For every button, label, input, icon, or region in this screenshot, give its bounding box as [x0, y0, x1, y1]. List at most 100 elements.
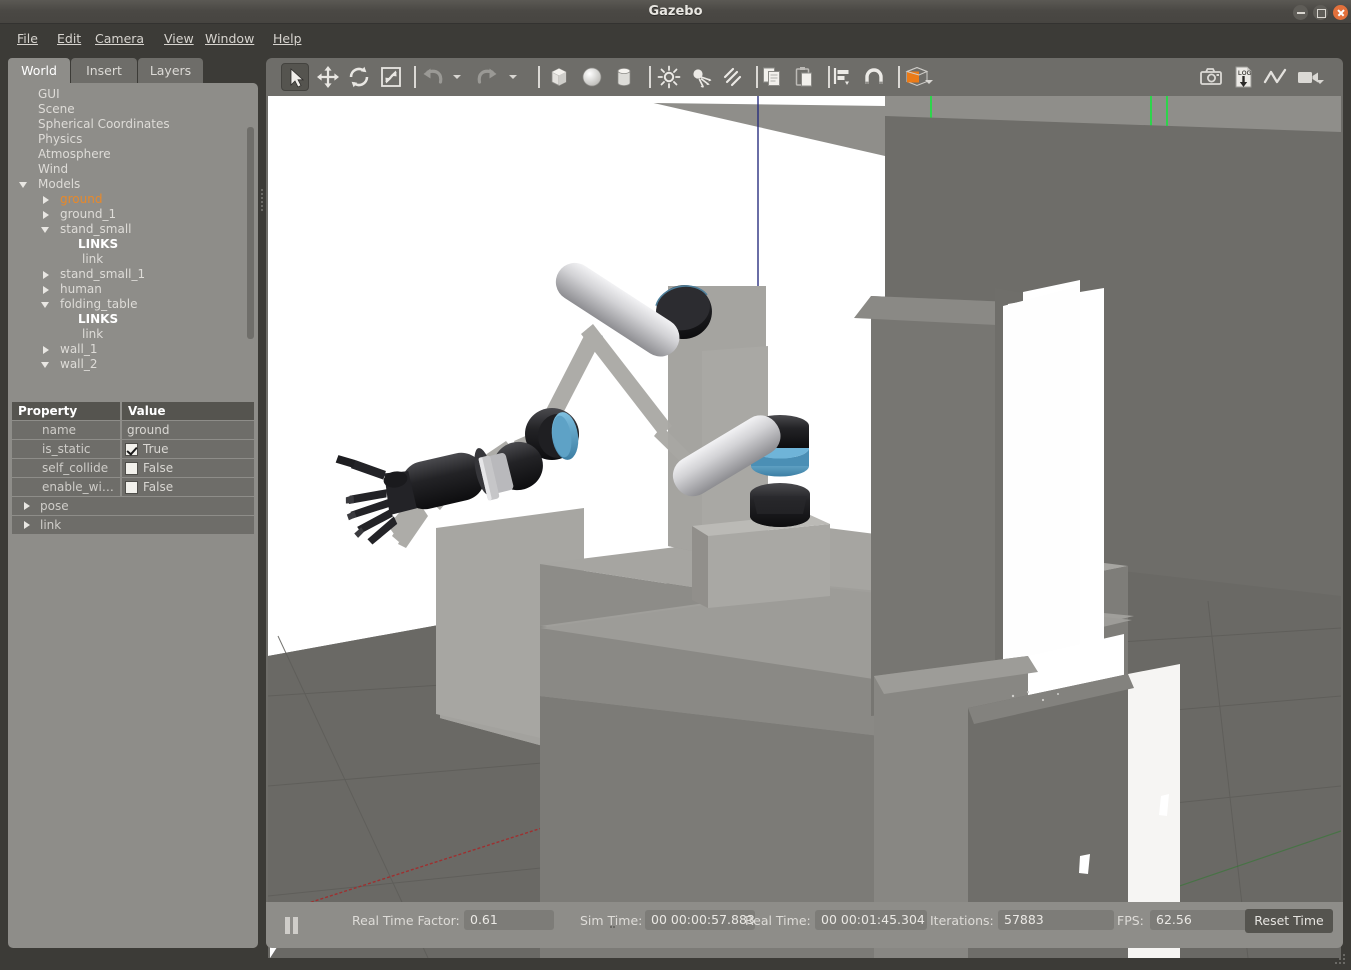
- property-panel-grip[interactable]: [260, 189, 264, 211]
- world-tree[interactable]: GUI Scene Spherical Coordinates Physics Atmo…: [8, 87, 258, 377]
- align-button[interactable]: [828, 63, 856, 91]
- property-key: is_static: [12, 440, 120, 458]
- menu-view[interactable]: View: [157, 24, 201, 53]
- undo-arrow-icon: [423, 68, 443, 84]
- tree-item[interactable]: Spherical Coordinates: [8, 117, 258, 132]
- menu-file[interactable]: File: [10, 24, 45, 53]
- title-bar: Gazebo: [0, 0, 1351, 24]
- world-tree-scrollbar[interactable]: [247, 127, 254, 339]
- tree-item[interactable]: Physics: [8, 132, 258, 147]
- menu-file-label: File: [17, 31, 38, 46]
- record-video-dropdown[interactable]: [1316, 80, 1324, 84]
- menu-window[interactable]: Window: [198, 24, 261, 53]
- checkbox[interactable]: [125, 442, 138, 456]
- chevron-right-icon[interactable]: [40, 342, 52, 357]
- copy-button[interactable]: [758, 63, 786, 91]
- insert-directional-light-button[interactable]: [718, 63, 746, 91]
- chevron-right-icon[interactable]: [24, 520, 30, 529]
- insert-box-button[interactable]: [545, 63, 573, 91]
- tree-item[interactable]: Models: [8, 177, 258, 192]
- scene-toolbar: LOG: [266, 58, 1343, 96]
- tree-item[interactable]: wall_1: [8, 342, 258, 357]
- undo-button[interactable]: [418, 63, 446, 91]
- log-data-button[interactable]: LOG: [1229, 63, 1257, 91]
- rotate-mode-button[interactable]: [345, 63, 373, 91]
- undo-history-dropdown[interactable]: [453, 75, 461, 79]
- reset-time-button[interactable]: Reset Time: [1245, 909, 1333, 933]
- property-value: ground: [122, 421, 254, 439]
- property-value[interactable]: False: [122, 459, 254, 477]
- tab-insert[interactable]: Insert: [71, 58, 137, 83]
- insert-cylinder-button[interactable]: [610, 63, 638, 91]
- scale-mode-button[interactable]: [377, 63, 405, 91]
- redo-history-dropdown[interactable]: [509, 75, 517, 79]
- tree-item-label: Models: [38, 177, 81, 191]
- tree-item[interactable]: stand_small_1: [8, 267, 258, 282]
- insert-sphere-button[interactable]: [578, 63, 606, 91]
- property-value[interactable]: True: [122, 440, 254, 458]
- tree-item[interactable]: Scene: [8, 102, 258, 117]
- tab-layers[interactable]: Layers: [138, 58, 203, 83]
- chevron-right-icon[interactable]: [40, 192, 52, 207]
- property-row[interactable]: pose: [12, 497, 254, 515]
- tree-item[interactable]: human: [8, 282, 258, 297]
- tree-item[interactable]: link: [8, 252, 258, 267]
- chevron-right-icon[interactable]: [40, 207, 52, 222]
- chevron-right-icon[interactable]: [24, 501, 30, 510]
- insert-spot-light-button[interactable]: [687, 63, 715, 91]
- 3d-viewport[interactable]: [268, 96, 1341, 958]
- translate-mode-button[interactable]: [314, 63, 342, 91]
- svg-text:LOG: LOG: [1238, 70, 1252, 77]
- tree-item[interactable]: LINKS: [8, 312, 258, 327]
- record-video-button[interactable]: [1294, 63, 1322, 91]
- tree-item[interactable]: link: [8, 327, 258, 342]
- checkbox[interactable]: [125, 480, 138, 494]
- property-value[interactable]: False: [122, 478, 254, 496]
- world-panel-body: GUI Scene Spherical Coordinates Physics Atmo…: [8, 83, 263, 948]
- tab-world[interactable]: World: [8, 58, 70, 83]
- minimize-button[interactable]: [1293, 5, 1308, 20]
- menu-help[interactable]: Help: [266, 24, 309, 53]
- toolbar-separator: [538, 66, 540, 88]
- chevron-right-icon[interactable]: [40, 282, 52, 297]
- tree-item[interactable]: LINKS: [8, 237, 258, 252]
- view-angle-dropdown[interactable]: [925, 80, 933, 84]
- property-row[interactable]: link: [12, 516, 254, 534]
- paste-button[interactable]: [790, 63, 818, 91]
- view-angle-button[interactable]: [900, 63, 934, 91]
- status-label: Iterations:: [930, 913, 994, 928]
- cylinder-icon: [617, 68, 631, 86]
- insert-point-light-button[interactable]: [655, 63, 683, 91]
- orange-cube-icon: [905, 66, 929, 87]
- rotate-arrows-icon: [349, 66, 369, 88]
- chevron-right-icon[interactable]: [40, 267, 52, 282]
- tree-item[interactable]: Wind: [8, 162, 258, 177]
- maximize-button[interactable]: [1313, 5, 1328, 20]
- resize-grip[interactable]: [1335, 954, 1347, 966]
- checkbox[interactable]: [125, 461, 138, 475]
- chevron-down-icon[interactable]: [40, 297, 52, 312]
- plot-button[interactable]: [1261, 63, 1289, 91]
- close-button[interactable]: [1333, 5, 1348, 20]
- chevron-down-icon[interactable]: [18, 177, 30, 192]
- tree-item[interactable]: Atmosphere: [8, 147, 258, 162]
- pause-button[interactable]: [276, 910, 306, 940]
- chevron-down-icon[interactable]: [40, 357, 52, 372]
- status-value: 62.56: [1150, 910, 1254, 930]
- tree-item[interactable]: ground: [8, 192, 258, 207]
- select-mode-button[interactable]: [281, 63, 309, 91]
- tree-item-label: Atmosphere: [38, 147, 111, 161]
- redo-button[interactable]: [474, 63, 502, 91]
- chevron-down-icon[interactable]: [40, 222, 52, 237]
- menu-camera[interactable]: Camera: [88, 24, 151, 53]
- status-value: 00 00:00:57.883: [645, 910, 755, 930]
- menu-edit[interactable]: Edit: [50, 24, 88, 53]
- tree-item[interactable]: wall_2: [8, 357, 258, 372]
- tree-item[interactable]: folding_table: [8, 297, 258, 312]
- tree-item[interactable]: stand_small: [8, 222, 258, 237]
- snap-button[interactable]: [860, 63, 888, 91]
- tree-item[interactable]: GUI: [8, 87, 258, 102]
- tree-item[interactable]: ground_1: [8, 207, 258, 222]
- screenshot-button[interactable]: [1197, 63, 1225, 91]
- camera-icon: [1200, 68, 1222, 85]
